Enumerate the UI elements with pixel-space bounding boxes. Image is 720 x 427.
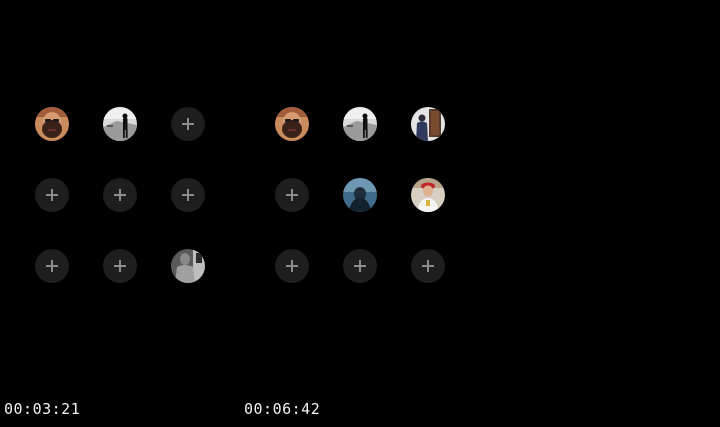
plus-icon bbox=[286, 260, 298, 272]
plus-icon bbox=[182, 118, 194, 130]
plus-icon bbox=[182, 189, 194, 201]
add-participant-slot[interactable] bbox=[275, 178, 309, 212]
silhouette-beach-avatar-icon bbox=[103, 107, 137, 141]
participant-grid-panel-1: 00:03:21 bbox=[0, 0, 240, 427]
participant-avatar-monochrome-person[interactable] bbox=[171, 249, 205, 283]
blue-figure-avatar-icon bbox=[343, 178, 377, 212]
participant-avatar-blue-figure[interactable] bbox=[343, 178, 377, 212]
add-participant-slot[interactable] bbox=[35, 178, 69, 212]
plus-icon bbox=[114, 189, 126, 201]
participant-grid-panel-2: 00:06:42 bbox=[240, 0, 480, 427]
bearded-man-avatar-icon bbox=[35, 107, 69, 141]
bearded-man-avatar-icon bbox=[275, 107, 309, 141]
add-participant-slot[interactable] bbox=[103, 249, 137, 283]
plus-icon bbox=[114, 260, 126, 272]
participant-avatar-person-red-cap[interactable] bbox=[411, 178, 445, 212]
silhouette-beach-avatar-icon bbox=[343, 107, 377, 141]
add-participant-slot[interactable] bbox=[171, 178, 205, 212]
add-participant-slot[interactable] bbox=[275, 249, 309, 283]
plus-icon bbox=[286, 189, 298, 201]
participant-avatar-person-doorway[interactable] bbox=[411, 107, 445, 141]
person-red-cap-avatar-icon bbox=[411, 178, 445, 212]
participant-avatar-silhouette-beach[interactable] bbox=[343, 107, 377, 141]
participant-avatar-silhouette-beach[interactable] bbox=[103, 107, 137, 141]
plus-icon bbox=[354, 260, 366, 272]
participant-avatar-bearded-man[interactable] bbox=[275, 107, 309, 141]
plus-icon bbox=[46, 260, 58, 272]
person-doorway-avatar-icon bbox=[411, 107, 445, 141]
elapsed-timecode: 00:03:21 bbox=[4, 400, 81, 418]
add-participant-slot[interactable] bbox=[343, 249, 377, 283]
participant-avatar-bearded-man[interactable] bbox=[35, 107, 69, 141]
monochrome-person-avatar-icon bbox=[171, 249, 205, 283]
recording-stage: 00:03:21 00:06:42 bbox=[0, 0, 720, 427]
elapsed-timecode: 00:06:42 bbox=[244, 400, 321, 418]
plus-icon bbox=[46, 189, 58, 201]
add-participant-slot[interactable] bbox=[171, 107, 205, 141]
add-participant-slot[interactable] bbox=[103, 178, 137, 212]
plus-icon bbox=[422, 260, 434, 272]
add-participant-slot[interactable] bbox=[35, 249, 69, 283]
add-participant-slot[interactable] bbox=[411, 249, 445, 283]
